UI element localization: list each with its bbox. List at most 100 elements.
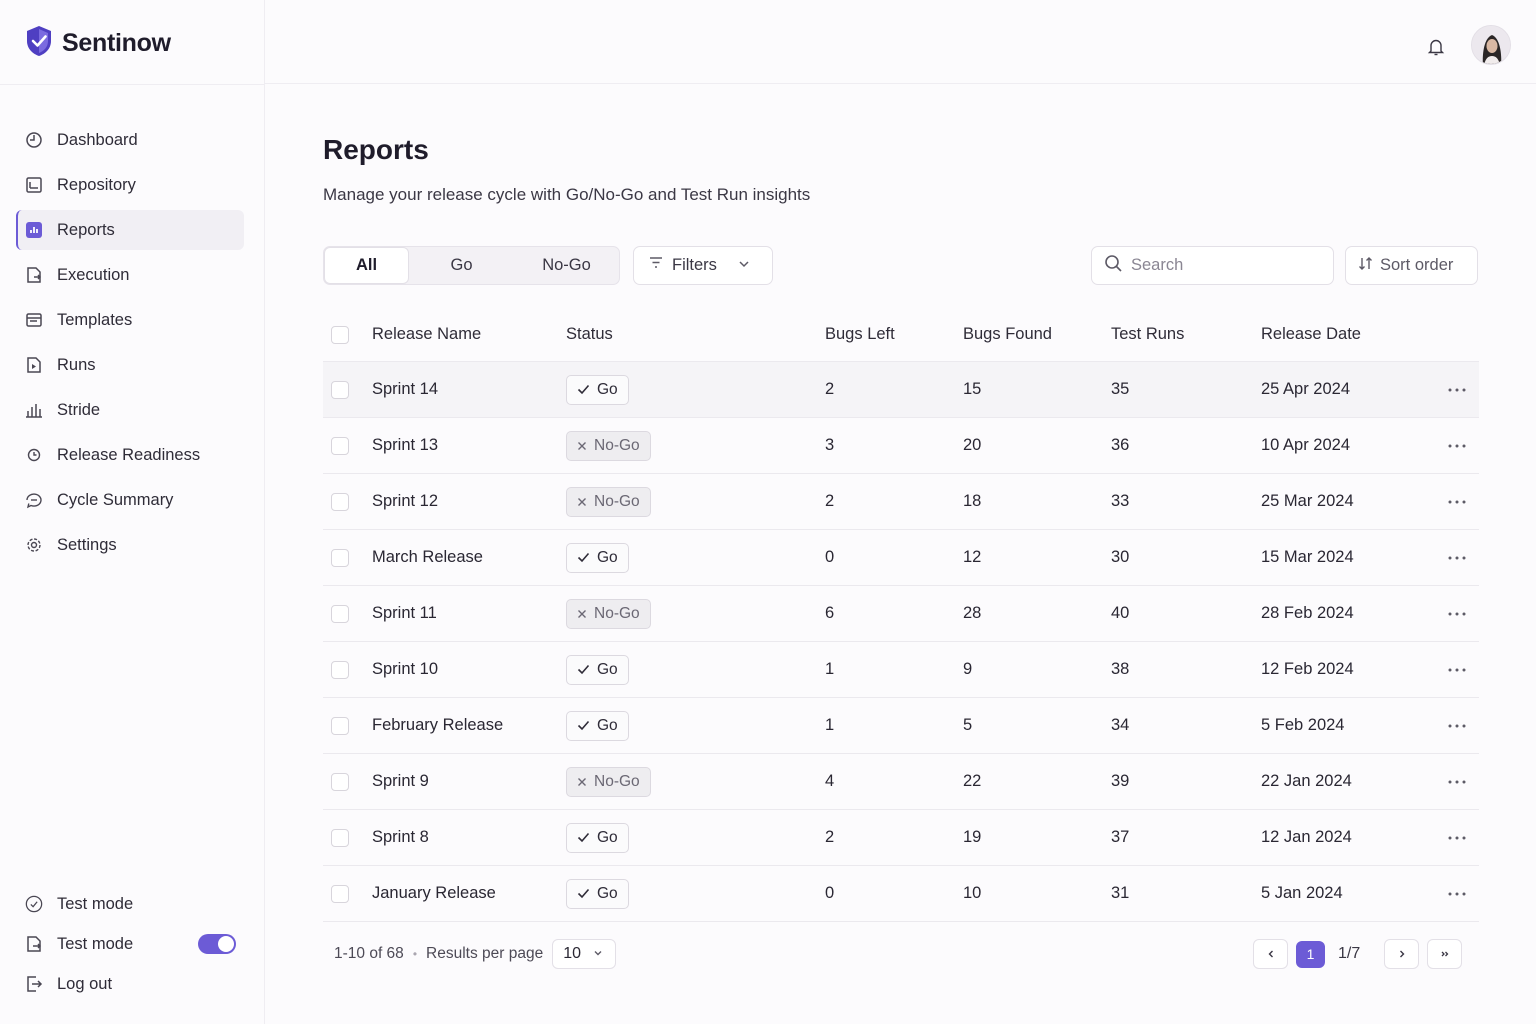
more-actions-icon[interactable] [1435,612,1479,616]
row-checkbox[interactable] [331,436,349,455]
select-all-checkbox[interactable] [331,325,349,344]
app-logo[interactable]: Sentinow [24,25,171,60]
table-row[interactable]: Sprint 14 Go 2 15 35 25 Apr 2024 [323,362,1479,418]
table-row[interactable]: Sprint 10 Go 1 9 38 12 Feb 2024 [323,642,1479,698]
logout-item[interactable]: Log out [16,964,244,1004]
more-actions-icon[interactable] [1435,556,1479,560]
sidebar-nav: Dashboard Repository Reports Execution T… [16,120,244,570]
sidebar-item-label: Stride [57,400,101,419]
table-row[interactable]: January Release Go 0 10 31 5 Jan 2024 [323,866,1479,922]
status-badge: No-Go [566,598,651,629]
column-header-release-name[interactable]: Release Name [372,325,566,344]
chevron-left-icon [1268,950,1273,958]
more-actions-icon[interactable] [1435,668,1479,672]
table-row[interactable]: Sprint 8 Go 2 19 37 12 Jan 2024 [323,810,1479,866]
table-row[interactable]: Sprint 9 No-Go 4 22 39 22 Jan 2024 [323,754,1479,810]
bugs-found: 19 [963,828,982,846]
current-page-button[interactable]: 1 [1296,940,1325,968]
table-row[interactable]: Sprint 11 No-Go 6 28 40 28 Feb 2024 [323,586,1479,642]
test-runs: 33 [1111,492,1130,510]
status-badge: Go [566,654,629,685]
row-checkbox[interactable] [331,884,349,903]
test-mode-toggle-item[interactable]: Test mode [16,924,244,964]
chevron-down-icon [738,256,750,275]
table-row[interactable]: February Release Go 1 5 34 5 Feb 2024 [323,698,1479,754]
bugs-left: 1 [825,716,835,734]
column-header-release-date[interactable]: Release Date [1261,325,1435,344]
sidebar-item-release-readiness[interactable]: Release Readiness [16,435,244,475]
release-date: 25 Mar 2024 [1261,492,1354,510]
sort-icon [1358,256,1373,276]
bell-icon[interactable] [1427,37,1445,62]
row-checkbox[interactable] [331,548,349,567]
check-icon [577,888,590,899]
column-header-test-runs[interactable]: Test Runs [1111,325,1261,344]
table-row[interactable]: Sprint 12 No-Go 2 18 33 25 Mar 2024 [323,474,1479,530]
sidebar-item-stride[interactable]: Stride [16,390,244,430]
test-runs: 39 [1111,772,1130,790]
table-row[interactable]: March Release Go 0 12 30 15 Mar 2024 [323,530,1479,586]
test-mode-toggle[interactable] [198,934,236,954]
sidebar-item-execution[interactable]: Execution [16,255,244,295]
user-avatar[interactable] [1471,25,1511,65]
x-icon [578,609,586,618]
test-mode-item[interactable]: Test mode [16,884,244,924]
status-badge: Go [566,710,629,741]
bugs-left: 2 [825,380,835,398]
sidebar-item-runs[interactable]: Runs [16,345,244,385]
sidebar-item-dashboard[interactable]: Dashboard [16,120,244,160]
segment-all[interactable]: All [324,247,409,284]
column-header-bugs-found[interactable]: Bugs Found [963,325,1111,344]
cycle-summary-icon [25,491,43,509]
more-actions-icon[interactable] [1435,892,1479,896]
segment-no-go[interactable]: No-Go [514,247,619,284]
results-per-page-select[interactable]: 10 [552,939,617,969]
release-name: Sprint 9 [372,772,429,790]
filters-button[interactable]: Filters [633,246,773,285]
sort-order-button[interactable]: Sort order [1345,246,1478,285]
bugs-found: 5 [963,716,973,734]
column-header-bugs-left[interactable]: Bugs Left [825,325,963,344]
column-header-status[interactable]: Status [566,325,825,344]
row-checkbox[interactable] [331,772,349,791]
check-icon [577,832,590,843]
last-page-button[interactable] [1427,939,1463,969]
more-actions-icon[interactable] [1435,388,1479,392]
release-name: Sprint 8 [372,828,429,846]
row-checkbox[interactable] [331,380,349,399]
release-name: Sprint 14 [372,380,439,398]
status-label: Go [597,716,618,734]
more-actions-icon[interactable] [1435,444,1479,448]
prev-page-button[interactable] [1253,939,1288,969]
bugs-found: 12 [963,548,982,566]
double-chevron-right-icon [1441,951,1449,957]
test-runs: 31 [1111,884,1130,902]
table-row[interactable]: Sprint 13 No-Go 3 20 36 10 Apr 2024 [323,418,1479,474]
search-input[interactable] [1131,256,1321,275]
next-page-button[interactable] [1384,939,1420,969]
test-runs: 38 [1111,660,1130,678]
row-checkbox[interactable] [331,660,349,679]
more-actions-icon[interactable] [1435,724,1479,728]
sidebar-item-cycle-summary[interactable]: Cycle Summary [16,480,244,520]
status-label: Go [597,380,618,398]
status-label: Go [597,548,618,566]
sidebar-item-templates[interactable]: Templates [16,300,244,340]
row-checkbox[interactable] [331,828,349,847]
sidebar-item-settings[interactable]: Settings [16,525,244,565]
release-date: 15 Mar 2024 [1261,548,1354,566]
search-box [1091,246,1334,285]
row-checkbox[interactable] [331,604,349,623]
status-badge: No-Go [566,766,651,797]
sidebar-item-repository[interactable]: Repository [16,165,244,205]
status-badge: Go [566,822,629,853]
row-checkbox[interactable] [331,492,349,511]
segment-go[interactable]: Go [409,247,514,284]
row-checkbox[interactable] [331,716,349,735]
sidebar-item-reports[interactable]: Reports [16,210,244,250]
more-actions-icon[interactable] [1435,836,1479,840]
test-runs: 35 [1111,380,1130,398]
more-actions-icon[interactable] [1435,780,1479,784]
more-actions-icon[interactable] [1435,500,1479,504]
sort-order-label: Sort order [1380,256,1454,274]
